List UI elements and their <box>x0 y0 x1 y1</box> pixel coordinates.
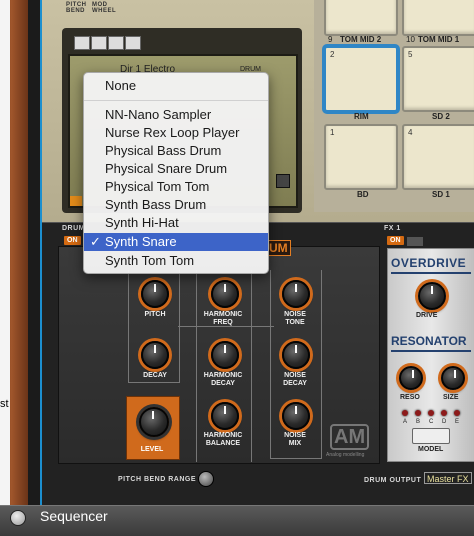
pad-num-10: 10 <box>406 35 415 44</box>
pad-num-5: 5 <box>408 50 413 59</box>
pad-top-right[interactable] <box>402 0 474 36</box>
pad-label-bd: BD <box>357 190 369 199</box>
noise-decay-label: NOISE DECAY <box>283 372 307 387</box>
menu-item-physical-bass-drum[interactable]: Physical Bass Drum <box>84 142 268 160</box>
noise-tone-label: NOISE TONE <box>284 311 306 326</box>
menu-item-none[interactable]: None <box>84 77 268 95</box>
menu-separator <box>84 100 268 101</box>
pitch-knob[interactable] <box>141 280 169 308</box>
drive-knob[interactable] <box>418 282 446 310</box>
overdrive-rule <box>391 272 471 274</box>
noise-decay-knob[interactable] <box>282 341 310 369</box>
harmonic-freq-label: HARMONIC FREQ <box>203 311 243 326</box>
pitch-bend-range-label: PITCH BEND RANGE <box>118 476 197 483</box>
drum-output-label: DRUM OUTPUT <box>364 477 422 484</box>
mod-wheel-label: MOD WHEEL <box>92 2 117 14</box>
harmonic-decay-knob[interactable] <box>211 341 239 369</box>
pad-label-tom-mid-2: TOM MID 2 <box>340 35 382 44</box>
am-logo-subtitle: Analog modelling <box>326 452 365 458</box>
pad-num-2: 2 <box>330 50 335 59</box>
overdrive-title: OVERDRIVE <box>391 256 467 270</box>
sequencer-title: Sequencer <box>40 508 108 524</box>
menu-item-nurse-rex[interactable]: Nurse Rex Loop Player <box>84 124 268 142</box>
menu-item-synth-snare[interactable]: ✓ Synth Snare <box>84 233 268 251</box>
size-knob[interactable] <box>441 366 465 390</box>
pad-bd[interactable]: 1 <box>324 124 398 190</box>
level-knob[interactable] <box>139 407 169 437</box>
drive-label: DRIVE <box>416 312 438 319</box>
model-button[interactable] <box>412 428 450 444</box>
menu-item-physical-snare-drum[interactable]: Physical Snare Drum <box>84 160 268 178</box>
pad-label-rim: RIM <box>354 112 369 121</box>
pad-label-sd1: SD 1 <box>432 190 450 199</box>
menu-item-nn-nano-sampler[interactable]: NN-Nano Sampler <box>84 106 268 124</box>
led-label-e: E <box>455 419 460 425</box>
resonator-rule <box>391 350 471 352</box>
toolbar-button-1[interactable] <box>74 36 90 50</box>
harmonic-balance-knob[interactable] <box>211 402 239 430</box>
left-white-panel <box>0 0 10 505</box>
led-e[interactable] <box>454 410 460 416</box>
level-label: LEVEL <box>140 446 164 453</box>
fx-label: FX 1 <box>384 225 401 232</box>
sequencer-collapse-icon[interactable] <box>10 510 26 526</box>
led-d[interactable] <box>441 410 447 416</box>
save-icon[interactable] <box>108 36 124 50</box>
size-label: SIZE <box>443 394 459 401</box>
orange-indicator <box>70 196 82 206</box>
led-a[interactable] <box>402 410 408 416</box>
pad-num-1: 1 <box>330 128 335 137</box>
led-label-a: A <box>403 419 408 425</box>
toolbar-button-2[interactable] <box>91 36 107 50</box>
drum-label: DRUM <box>62 225 85 232</box>
pad-top-left[interactable] <box>324 0 398 36</box>
pad-label-tom-mid-1: TOM MID 1 <box>418 35 460 44</box>
resonator-title: RESONATOR <box>391 334 467 348</box>
fx-dropdown-button[interactable] <box>406 236 424 247</box>
led-c[interactable] <box>428 410 434 416</box>
menu-item-synth-bass-drum[interactable]: Synth Bass Drum <box>84 196 268 214</box>
reso-label: RESO <box>400 394 420 401</box>
pitch-bend-label: PITCH BEND <box>66 2 87 14</box>
small-square-button[interactable] <box>276 174 290 188</box>
noise-tone-knob[interactable] <box>282 280 310 308</box>
menu-item-synth-snare-label: Synth Snare <box>105 234 177 249</box>
harmonic-decay-label: HARMONIC DECAY <box>203 372 243 387</box>
led-label-d: D <box>442 419 447 425</box>
led-label-b: B <box>416 419 421 425</box>
pad-rim[interactable]: 2 <box>324 46 398 112</box>
fx-on-button[interactable]: ON <box>387 236 404 245</box>
drum-title-badge: UM <box>266 240 291 256</box>
pad-num-4: 4 <box>408 128 413 137</box>
reso-knob[interactable] <box>399 366 423 390</box>
decay-label: DECAY <box>143 372 167 379</box>
led-b[interactable] <box>415 410 421 416</box>
menu-item-synth-hi-hat[interactable]: Synth Hi-Hat <box>84 214 268 232</box>
side-text: st <box>0 398 9 410</box>
pad-num-9: 9 <box>328 35 333 44</box>
noise-mix-label: NOISE MIX <box>284 432 306 447</box>
am-logo: AM <box>330 424 370 450</box>
play-icon[interactable] <box>125 36 141 50</box>
drum-on-button[interactable]: ON <box>64 236 81 245</box>
led-label-c: C <box>429 419 434 425</box>
pad-sd2[interactable]: 5 <box>402 46 474 112</box>
pad-sd1[interactable]: 4 <box>402 124 474 190</box>
model-label: MODEL <box>418 446 444 453</box>
harmonic-freq-knob[interactable] <box>211 280 239 308</box>
decay-knob[interactable] <box>141 341 169 369</box>
menu-item-synth-tom-tom[interactable]: Synth Tom Tom <box>84 252 268 270</box>
harmonic-balance-label: HARMONIC BALANCE <box>203 432 243 447</box>
pad-label-sd2: SD 2 <box>432 112 450 121</box>
drum-output-select[interactable]: Master FX <box>424 472 472 484</box>
instrument-dropdown-menu: None NN-Nano Sampler Nurse Rex Loop Play… <box>83 72 269 274</box>
pitch-bend-range-knob[interactable] <box>198 471 214 487</box>
menu-item-physical-tom-tom[interactable]: Physical Tom Tom <box>84 178 268 196</box>
pitch-label: PITCH <box>144 311 166 318</box>
checkmark-icon: ✓ <box>90 234 101 249</box>
noise-mix-knob[interactable] <box>282 402 310 430</box>
